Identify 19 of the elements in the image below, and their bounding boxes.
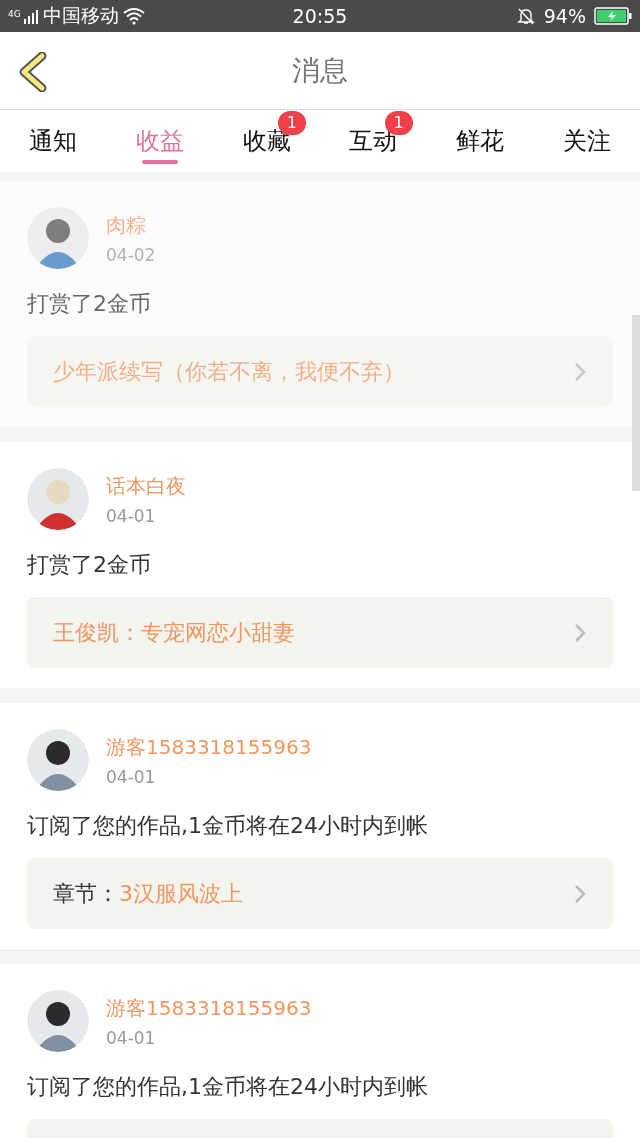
tab[interactable]: 鲜花 bbox=[426, 110, 534, 172]
message-text: 订阅了您的作品,1金币将在24小时内到帐 bbox=[27, 812, 429, 840]
message-text: 打赏了2金币 bbox=[27, 551, 152, 579]
carrier: 中国移动 bbox=[42, 3, 119, 28]
tab[interactable]: 关注 bbox=[533, 110, 640, 172]
message-text: 打赏了2金币 bbox=[27, 290, 152, 318]
message-card[interactable]: 游客1583318155963 04-01 订阅了您的作品,1金币将在24小时内到帐 章节：3汉服风波上 bbox=[0, 703, 640, 949]
clock: 20:55 bbox=[291, 5, 349, 27]
message-date: 04-01 bbox=[106, 766, 157, 787]
battery-level: 94% bbox=[543, 5, 586, 27]
network-type: 4G bbox=[8, 9, 21, 19]
work-link[interactable]: 章节：3汉服风波上 bbox=[27, 858, 613, 929]
message-date: 04-01 bbox=[106, 1027, 157, 1048]
message-text: 订阅了您的作品,1金币将在24小时内到帐 bbox=[27, 1073, 429, 1101]
page-title: 消息 bbox=[292, 52, 348, 89]
message-date: 04-01 bbox=[106, 505, 157, 526]
tab[interactable]: 通知 bbox=[0, 110, 107, 172]
message-card[interactable]: 游客1583318155963 04-01 订阅了您的作品,1金币将在24小时内到帐 bbox=[0, 964, 640, 1138]
message-date: 04-02 bbox=[106, 244, 156, 265]
